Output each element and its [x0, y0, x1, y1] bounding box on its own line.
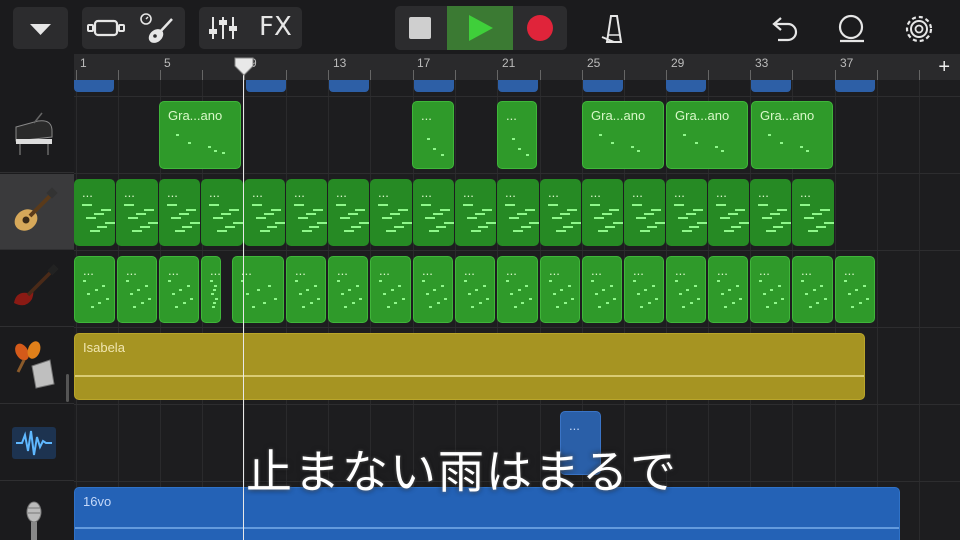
transport-controls	[395, 6, 567, 50]
midi-region[interactable]: ...	[835, 256, 875, 323]
midi-region[interactable]: ...	[708, 256, 748, 323]
timeline-ruler[interactable]: 1 5 9 13 17 21 25 29 33 37 +	[74, 54, 960, 80]
play-icon	[469, 15, 493, 41]
midi-region[interactable]: ...	[117, 256, 157, 323]
midi-region[interactable]: ...	[370, 256, 411, 323]
midi-region[interactable]: ...	[286, 179, 327, 246]
midi-region[interactable]: ...	[74, 256, 115, 323]
track-header-bass[interactable]	[0, 251, 74, 327]
bar-number: 29	[671, 56, 685, 70]
bar-number: 33	[755, 56, 769, 70]
midi-region[interactable]: ...	[497, 101, 537, 169]
ruler-corner	[0, 54, 74, 80]
bar-number: 13	[333, 56, 347, 70]
midi-region[interactable]: ...	[328, 256, 368, 323]
midi-region[interactable]: ...	[370, 179, 412, 246]
toolbar: FX	[0, 0, 960, 56]
record-button[interactable]	[513, 6, 567, 50]
play-button[interactable]	[447, 6, 513, 50]
stop-button[interactable]	[395, 6, 447, 50]
mixer-sliders-icon[interactable]	[199, 7, 249, 49]
midi-region[interactable]: ...	[624, 256, 664, 323]
playhead-line	[243, 60, 244, 540]
loop-browser-icon[interactable]	[833, 11, 869, 45]
midi-region[interactable]: ...	[582, 256, 622, 323]
undo-icon[interactable]	[766, 12, 802, 44]
midi-region[interactable]: ...	[413, 179, 454, 246]
midi-region[interactable]: ...	[540, 256, 580, 323]
midi-region[interactable]: Gra...ano	[582, 101, 664, 169]
microphone-icon	[26, 501, 42, 540]
add-section-button[interactable]: +	[938, 56, 950, 79]
midi-region[interactable]: ...	[582, 179, 623, 246]
percussion-icon	[15, 341, 55, 389]
bass-guitar-icon	[14, 264, 59, 306]
midi-region[interactable]: ...	[792, 179, 834, 246]
playhead-handle[interactable]	[233, 56, 255, 78]
midi-region[interactable]: ...	[201, 179, 243, 246]
midi-region[interactable]: ...	[159, 179, 200, 246]
region-label: 16vo	[83, 494, 112, 509]
track-header-audio-recorder[interactable]	[0, 405, 74, 481]
bar-number: 1	[80, 56, 87, 70]
track-header-percussion[interactable]	[0, 328, 74, 404]
midi-region[interactable]: Gra...ano	[159, 101, 241, 169]
browser-menu-button[interactable]	[13, 7, 68, 49]
region-label: ...	[569, 418, 580, 433]
midi-region[interactable]: ...	[750, 256, 790, 323]
track-view-icon[interactable]	[82, 7, 132, 49]
midi-region[interactable]: ...	[792, 256, 833, 323]
midi-region[interactable]: ...	[750, 179, 791, 246]
midi-region[interactable]: ...	[244, 179, 285, 246]
track-header-resize-handle[interactable]	[66, 374, 69, 402]
midi-region[interactable]: ...	[328, 179, 369, 246]
midi-region[interactable]: ...	[201, 256, 221, 323]
midi-region[interactable]: Gra...ano	[751, 101, 833, 169]
track-header-piano[interactable]	[0, 97, 74, 173]
midi-region[interactable]: ...	[497, 256, 538, 323]
midi-region[interactable]: ...	[159, 256, 199, 323]
track-headers	[0, 80, 74, 540]
region-label: Isabela	[83, 340, 125, 355]
view-controls-group	[82, 7, 185, 49]
settings-gear-icon[interactable]	[901, 11, 937, 47]
midi-region[interactable]: Gra...ano	[666, 101, 748, 169]
record-icon	[527, 15, 553, 41]
smart-guitar-icon[interactable]	[134, 7, 184, 49]
acoustic-guitar-icon	[14, 187, 58, 231]
audio-region[interactable]: Isabela	[74, 333, 865, 400]
midi-region[interactable]: ...	[455, 179, 496, 246]
midi-region[interactable]: ...	[413, 256, 453, 323]
grand-piano-icon	[15, 112, 53, 155]
track-header-acoustic-guitar[interactable]	[0, 174, 74, 250]
midi-region[interactable]: ...	[666, 256, 706, 323]
midi-region[interactable]: ...	[412, 101, 454, 169]
midi-region[interactable]: ...	[286, 256, 326, 323]
midi-region[interactable]: ...	[624, 179, 665, 246]
midi-region[interactable]: ...	[232, 256, 284, 323]
midi-region[interactable]: ...	[116, 179, 158, 246]
bar-number: 5	[164, 56, 171, 70]
midi-region[interactable]: ...	[666, 179, 707, 246]
lyric-subtitle: 止まない雨はまるで	[246, 445, 678, 499]
midi-region[interactable]: ...	[540, 179, 581, 246]
bar-number: 25	[587, 56, 601, 70]
midi-region[interactable]: ...	[708, 179, 749, 246]
midi-region[interactable]: ...	[497, 179, 539, 246]
bar-number: 21	[502, 56, 516, 70]
waveform-icon	[12, 427, 56, 459]
track-header-vocal[interactable]	[0, 482, 74, 540]
bar-number: 37	[840, 56, 854, 70]
chevron-down-icon	[30, 24, 51, 35]
bar-number: 17	[417, 56, 431, 70]
fx-button[interactable]: FX	[259, 12, 292, 42]
stop-icon	[409, 17, 431, 39]
midi-region[interactable]: ...	[455, 256, 495, 323]
midi-region[interactable]: ...	[74, 179, 115, 246]
metronome-icon[interactable]	[594, 10, 634, 46]
